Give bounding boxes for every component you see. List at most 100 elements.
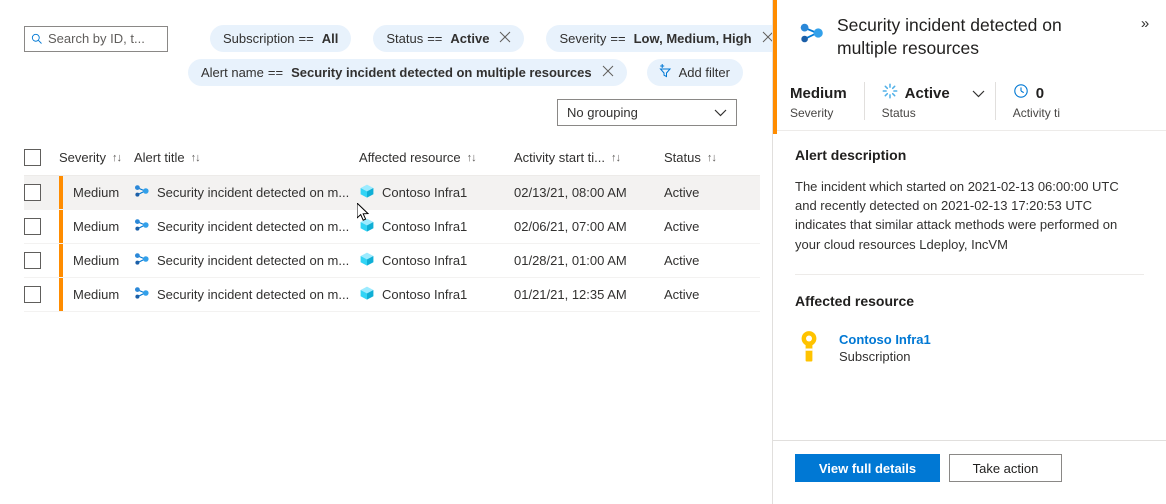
column-header-alert-title[interactable]: Alert title ↑↓ xyxy=(134,150,359,165)
stat-status-value-row: Active xyxy=(882,82,985,104)
sort-icon: ↑↓ xyxy=(707,152,716,164)
active-sunburst-icon xyxy=(882,83,898,103)
alert-description-heading: Alert description xyxy=(795,147,1144,163)
incident-graph-icon xyxy=(134,183,150,202)
stat-status: Active Status xyxy=(864,82,995,120)
filter-operator: == xyxy=(268,65,283,80)
section-divider xyxy=(795,274,1144,275)
cell-alert-title: Security incident detected on m... xyxy=(134,285,359,304)
chevron-down-icon xyxy=(714,105,727,120)
column-label: Status xyxy=(664,150,701,165)
affected-resource-heading: Affected resource xyxy=(795,293,1144,309)
cell-severity: Medium xyxy=(59,185,134,200)
alerts-table: Severity ↑↓ Alert title ↑↓ Affected reso… xyxy=(24,140,760,312)
filter-label: Status xyxy=(386,31,423,46)
row-checkbox-cell xyxy=(24,252,59,269)
cell-status: Active xyxy=(664,253,754,268)
filter-label: Severity xyxy=(559,31,606,46)
incident-graph-icon xyxy=(134,217,150,236)
filter-value: Low, Medium, High xyxy=(634,31,752,46)
cell-alert-title: Security incident detected on m... xyxy=(134,183,359,202)
cell-affected-resource: Contoso Infra1 xyxy=(359,183,514,202)
incident-graph-icon xyxy=(134,285,150,304)
affected-resource-type: Subscription xyxy=(839,349,931,364)
cube-icon xyxy=(359,217,375,236)
affected-resource-name[interactable]: Contoso Infra1 xyxy=(839,332,931,347)
affected-resource-item[interactable]: Contoso Infra1 Subscription xyxy=(795,329,1144,368)
alerts-page: Search by ID, t... Subscription == All S… xyxy=(0,0,1166,504)
cell-affected-resource-text: Contoso Infra1 xyxy=(382,287,467,302)
stat-severity-value: Medium xyxy=(790,82,847,104)
cube-icon xyxy=(359,251,375,270)
table-row[interactable]: Medium Security incident detected on m..… xyxy=(24,244,760,278)
select-all-checkbox-cell xyxy=(24,149,59,166)
filter-pill-alert-name[interactable]: Alert name == Security incident detected… xyxy=(188,59,627,86)
status-chevron-down-icon[interactable] xyxy=(972,86,985,101)
stat-severity-label: Severity xyxy=(790,106,847,120)
row-checkbox[interactable] xyxy=(24,184,41,201)
cell-affected-resource: Contoso Infra1 xyxy=(359,285,514,304)
row-checkbox-cell xyxy=(24,286,59,303)
stat-activity-value: 0 xyxy=(1036,85,1044,102)
cell-activity-start-time: 01/28/21, 01:00 AM xyxy=(514,253,664,268)
column-header-activity-start-time[interactable]: Activity start ti... ↑↓ xyxy=(514,150,664,165)
stat-severity: Medium Severity xyxy=(773,82,864,120)
filter-pill-severity[interactable]: Severity == Low, Medium, High xyxy=(546,25,786,52)
stat-status-value: Active xyxy=(905,85,950,102)
filter-operator: == xyxy=(610,31,625,46)
filter-pill-status[interactable]: Status == Active xyxy=(373,25,524,52)
column-header-affected-resource[interactable]: Affected resource ↑↓ xyxy=(359,150,514,165)
cell-activity-start-time: 02/13/21, 08:00 AM xyxy=(514,185,664,200)
grouping-value: No grouping xyxy=(567,105,638,120)
key-icon xyxy=(795,329,825,368)
incident-graph-icon xyxy=(799,20,825,51)
filter-label: Alert name xyxy=(201,65,264,80)
column-header-status[interactable]: Status ↑↓ xyxy=(664,150,754,165)
panel-footer: View full details Take action xyxy=(773,440,1166,504)
sort-icon: ↑↓ xyxy=(611,152,620,164)
add-filter-label: Add filter xyxy=(679,65,730,80)
cell-affected-resource: Contoso Infra1 xyxy=(359,251,514,270)
row-checkbox[interactable] xyxy=(24,286,41,303)
filter-label: Subscription xyxy=(223,31,295,46)
stat-status-label: Status xyxy=(882,106,985,120)
grouping-select[interactable]: No grouping xyxy=(557,99,737,126)
table-row[interactable]: Medium Security incident detected on m..… xyxy=(24,278,760,312)
cell-alert-title: Security incident detected on m... xyxy=(134,251,359,270)
filter-bar-row-1: Search by ID, t... Subscription == All S… xyxy=(24,25,787,52)
cell-activity-start-time: 01/21/21, 12:35 AM xyxy=(514,287,664,302)
add-filter-button[interactable]: Add filter xyxy=(647,59,743,86)
view-full-details-button[interactable]: View full details xyxy=(795,454,940,482)
close-icon[interactable] xyxy=(602,65,614,80)
row-checkbox-cell xyxy=(24,218,59,235)
search-input[interactable]: Search by ID, t... xyxy=(24,26,168,52)
column-label: Alert title xyxy=(134,150,185,165)
panel-header: Security incident detected on multiple r… xyxy=(773,0,1166,72)
cell-alert-title: Security incident detected on m... xyxy=(134,217,359,236)
cell-severity: Medium xyxy=(59,287,134,302)
filter-pill-subscription[interactable]: Subscription == All xyxy=(210,25,351,52)
severity-indicator-bar xyxy=(59,176,63,209)
cell-status: Active xyxy=(664,219,754,234)
close-icon[interactable] xyxy=(499,31,511,46)
stat-activity-time: 0 Activity ti xyxy=(995,82,1077,120)
column-header-severity[interactable]: Severity ↑↓ xyxy=(59,150,134,165)
column-label: Affected resource xyxy=(359,150,461,165)
row-checkbox[interactable] xyxy=(24,218,41,235)
cell-affected-resource-text: Contoso Infra1 xyxy=(382,253,467,268)
add-filter-icon xyxy=(657,63,673,82)
column-label: Activity start ti... xyxy=(514,150,605,165)
take-action-button[interactable]: Take action xyxy=(949,454,1062,482)
select-all-checkbox[interactable] xyxy=(24,149,41,166)
search-icon xyxy=(31,33,43,45)
row-checkbox[interactable] xyxy=(24,252,41,269)
cube-icon xyxy=(359,285,375,304)
table-row[interactable]: Medium Security incident detected on m..… xyxy=(24,210,760,244)
collapse-panel-button[interactable]: » xyxy=(1132,10,1158,36)
cell-status: Active xyxy=(664,287,754,302)
cell-activity-start-time: 02/06/21, 07:00 AM xyxy=(514,219,664,234)
filter-value: Active xyxy=(450,31,489,46)
cube-icon xyxy=(359,183,375,202)
alert-detail-panel: Security incident detected on multiple r… xyxy=(772,0,1166,504)
table-row[interactable]: Medium Security incident detected on m..… xyxy=(24,176,760,210)
